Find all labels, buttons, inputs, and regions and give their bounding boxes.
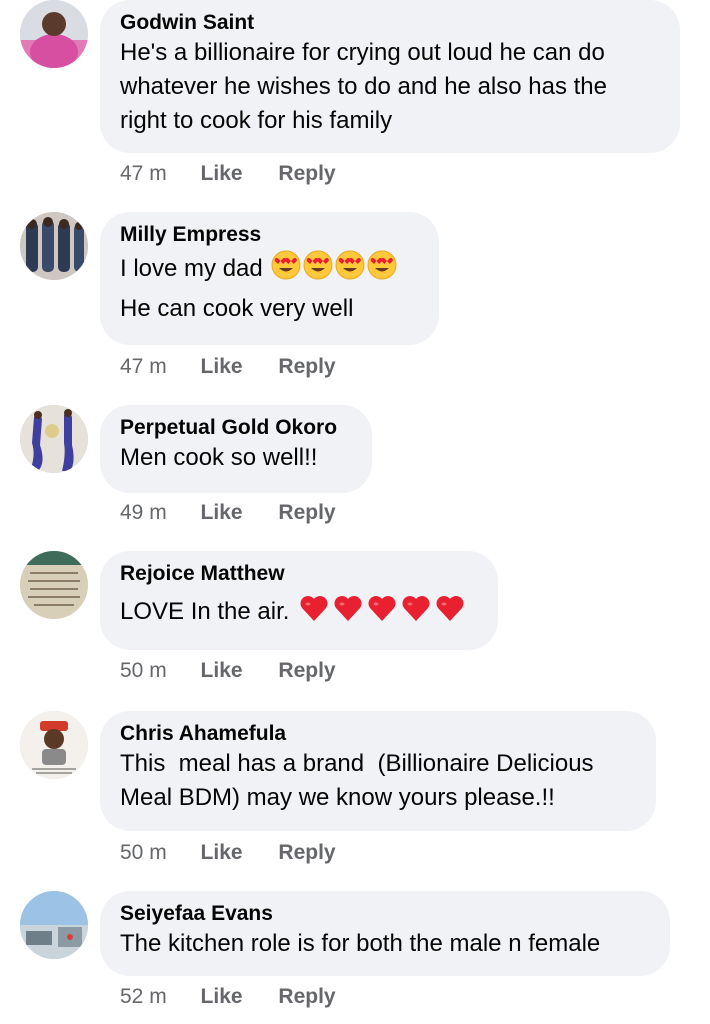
comment-author[interactable]: Milly Empress [120,222,417,248]
comment-bubble: Godwin Saint He's a billionaire for cryi… [100,0,680,153]
comment-actions: 49 m Like Reply [120,501,336,525]
comment-author[interactable]: Rejoice Matthew [120,561,476,587]
comment-text-line: Meal BDM) may we know yours please.!! [120,784,555,811]
like-button[interactable]: Like [201,501,243,525]
comment-text-line: He's a billionaire for crying out loud h… [120,39,605,66]
red-heart-icon [434,593,466,633]
avatar[interactable] [20,0,88,68]
comment-text-line: right to cook for his family [120,107,393,134]
comment-text-line: whatever he wishes to do and he also has… [120,73,607,100]
comment-author[interactable]: Godwin Saint [120,10,658,36]
like-button[interactable]: Like [201,162,243,186]
comment-bubble: Milly Empress I love my dad He can cook … [100,212,439,345]
comment-author[interactable]: Chris Ahamefula [120,721,634,747]
comment-bubble: Perpetual Gold Okoro Men cook so well!! [100,405,372,493]
heart-eyes-emoji-icon [303,250,333,290]
reply-button[interactable]: Reply [278,162,335,186]
comment-timestamp[interactable]: 47 m [120,162,167,186]
comment-author[interactable]: Perpetual Gold Okoro [120,415,350,441]
comment-actions: 47 m Like Reply [120,355,336,379]
comment-bubble: Chris Ahamefula This meal has a brand (B… [100,711,656,831]
avatar-image [20,212,88,280]
comment-actions: 50 m Like Reply [120,659,336,683]
reply-button[interactable]: Reply [278,659,335,683]
reply-button[interactable]: Reply [278,501,335,525]
comment-timestamp[interactable]: 50 m [120,841,167,865]
comment-text-line: LOVE In the air. [120,593,476,633]
red-heart-icon [366,593,398,633]
comment-actions: 50 m Like Reply [120,841,336,865]
comment-text: I love my dad [120,255,263,282]
avatar[interactable] [20,551,88,619]
comment-thread: Godwin Saint He's a billionaire for cryi… [0,0,710,1024]
reply-button[interactable]: Reply [278,841,335,865]
red-heart-icon [298,593,330,633]
avatar[interactable] [20,711,88,779]
heart-eyes-emoji-icon [335,250,365,290]
comment-text-line: He can cook very well [120,295,354,322]
comment-text-line: Men cook so well!! [120,444,318,471]
avatar[interactable] [20,405,88,473]
like-button[interactable]: Like [201,841,243,865]
like-button[interactable]: Like [201,355,243,379]
comment-bubble: Seiyefaa Evans The kitchen role is for b… [100,891,670,976]
comment-text-line: I love my dad [120,250,417,290]
comment-text: LOVE In the air. [120,598,290,625]
avatar-image [20,0,88,68]
avatar-image [20,405,88,473]
like-button[interactable]: Like [201,985,243,1009]
comment-timestamp[interactable]: 49 m [120,501,167,525]
red-heart-icon [332,593,364,633]
comment-actions: 52 m Like Reply [120,985,336,1009]
comment-timestamp[interactable]: 47 m [120,355,167,379]
comment-timestamp[interactable]: 52 m [120,985,167,1009]
reply-button[interactable]: Reply [278,355,335,379]
comment-text-line: The kitchen role is for both the male n … [120,930,601,957]
comment-bubble: Rejoice Matthew LOVE In the air. [100,551,498,650]
like-button[interactable]: Like [201,659,243,683]
avatar-image [20,711,88,779]
comment-actions: 47 m Like Reply [120,162,336,186]
comment-timestamp[interactable]: 50 m [120,659,167,683]
reply-button[interactable]: Reply [278,985,335,1009]
heart-eyes-emoji-icon [367,250,397,290]
comment-text-line: This meal has a brand (Billionaire Delic… [120,750,594,777]
avatar[interactable] [20,891,88,959]
avatar-image [20,551,88,619]
avatar-image [20,891,88,959]
heart-eyes-emoji-icon [271,250,301,290]
red-heart-icon [400,593,432,633]
comment-author[interactable]: Seiyefaa Evans [120,901,648,927]
avatar[interactable] [20,212,88,280]
